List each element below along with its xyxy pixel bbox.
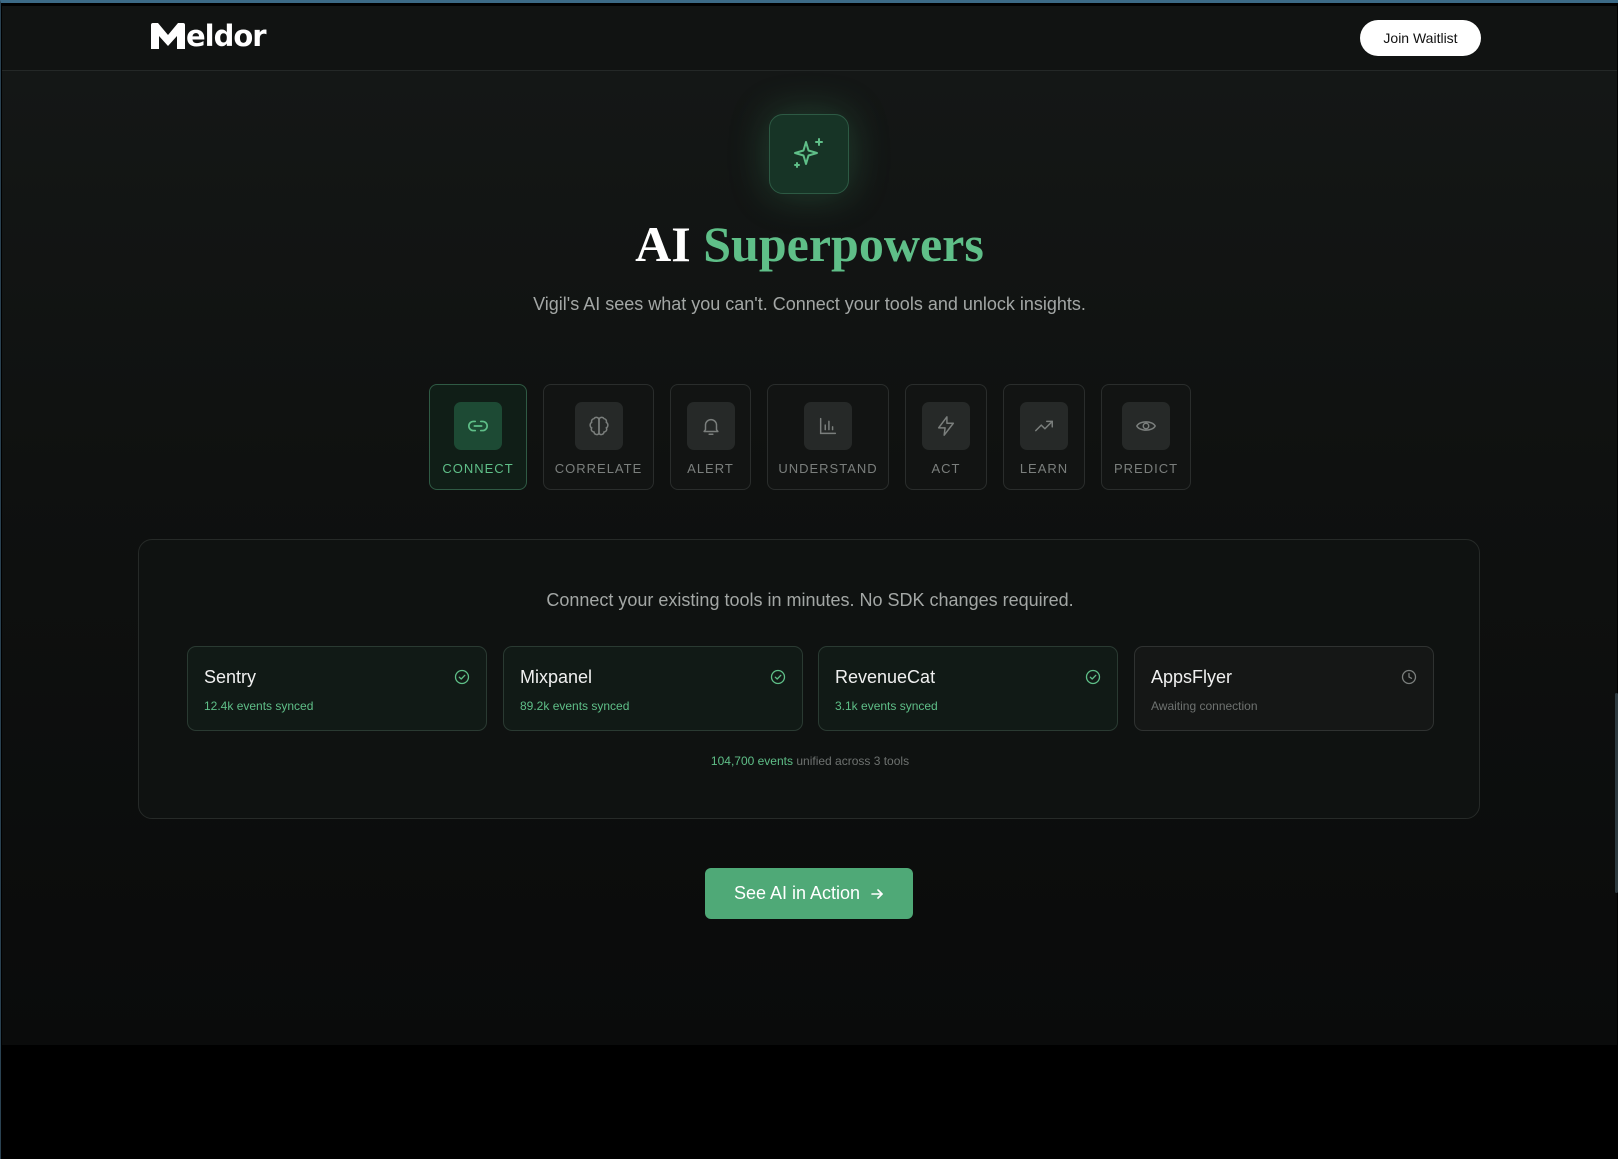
tab-connect[interactable]: CONNECT <box>429 384 527 490</box>
tab-label: CORRELATE <box>554 461 643 476</box>
cta-label: See AI in Action <box>733 883 861 903</box>
hero-badge <box>769 114 849 194</box>
tool-card-revenuecat[interactable]: RevenueCat 3.1k events synced <box>818 646 1118 731</box>
tab-label: ALERT <box>687 461 734 476</box>
tab-act[interactable]: ACT <box>905 384 987 490</box>
lightning-icon <box>937 416 955 436</box>
brand-name: eldor <box>186 19 267 53</box>
link-icon <box>468 420 488 432</box>
tab-predict[interactable]: PREDICT <box>1101 384 1191 490</box>
tool-status: 12.4k events synced <box>204 699 314 713</box>
hero-subtitle: Vigil's AI sees what you can't. Connect … <box>533 294 1086 314</box>
page: eldor Join Waitlist AI Superpowers Vigil… <box>2 6 1617 1045</box>
check-circle-icon <box>770 669 786 685</box>
tool-name: Sentry <box>204 667 257 687</box>
check-circle-icon <box>454 669 470 685</box>
tool-name: RevenueCat <box>835 667 936 687</box>
tool-name: AppsFlyer <box>1151 667 1233 687</box>
events-count: 104,700 events <box>710 754 793 768</box>
bell-icon <box>702 418 719 435</box>
tab-label: PREDICT <box>1113 461 1179 476</box>
brain-icon <box>588 416 609 436</box>
tab-label: CONNECT <box>442 461 514 476</box>
tab-correlate[interactable]: CORRELATE <box>543 384 654 490</box>
feature-tabs: CONNECT CORRELATE ALERT UNDERSTAND ACT L… <box>2 384 1617 490</box>
top-navigation-bar: eldor Join Waitlist <box>2 6 1617 71</box>
check-circle-icon <box>1085 669 1101 685</box>
bar-chart-icon <box>819 417 837 435</box>
sparkles-icon <box>794 138 823 168</box>
clock-icon <box>1401 669 1417 685</box>
tab-learn[interactable]: LEARN <box>1003 384 1085 490</box>
tool-card-mixpanel[interactable]: Mixpanel 89.2k events synced <box>503 646 803 731</box>
tool-card-sentry[interactable]: Sentry 12.4k events synced <box>187 646 487 731</box>
brand-logo[interactable]: eldor <box>150 19 267 53</box>
tool-status: 89.2k events synced <box>520 699 630 713</box>
hero-title-accent: Superpowers <box>703 216 984 272</box>
see-ai-in-action-button[interactable]: See AI in Action <box>705 868 913 919</box>
events-summary-text: unified across 3 tools <box>796 754 910 768</box>
hero-title-plain: AI <box>635 216 691 272</box>
tool-status: 3.1k events synced <box>835 699 938 713</box>
browser-frame: eldor Join Waitlist AI Superpowers Vigil… <box>0 0 1618 1159</box>
tool-card-appsflyer[interactable]: AppsFlyer Awaiting connection <box>1134 646 1434 731</box>
tab-label: ACT <box>931 461 961 476</box>
tab-alert[interactable]: ALERT <box>670 384 751 490</box>
arrow-right-icon <box>871 888 883 899</box>
tool-status: Awaiting connection <box>1151 699 1258 713</box>
connect-panel: Connect your existing tools in minutes. … <box>138 539 1480 819</box>
hero-title: AI Superpowers <box>2 214 1617 274</box>
events-summary: 104,700 events unified across 3 tools <box>139 754 1481 768</box>
eye-icon <box>1136 421 1156 431</box>
tab-label: UNDERSTAND <box>778 461 878 476</box>
panel-description: Connect your existing tools in minutes. … <box>546 590 1074 610</box>
tab-understand[interactable]: UNDERSTAND <box>767 384 889 490</box>
tab-label: LEARN <box>1019 461 1069 476</box>
meldor-m-logo-icon <box>151 23 185 49</box>
trending-up-icon <box>1035 420 1053 432</box>
tool-name: Mixpanel <box>520 667 593 687</box>
join-waitlist-button[interactable]: Join Waitlist <box>1360 20 1481 56</box>
